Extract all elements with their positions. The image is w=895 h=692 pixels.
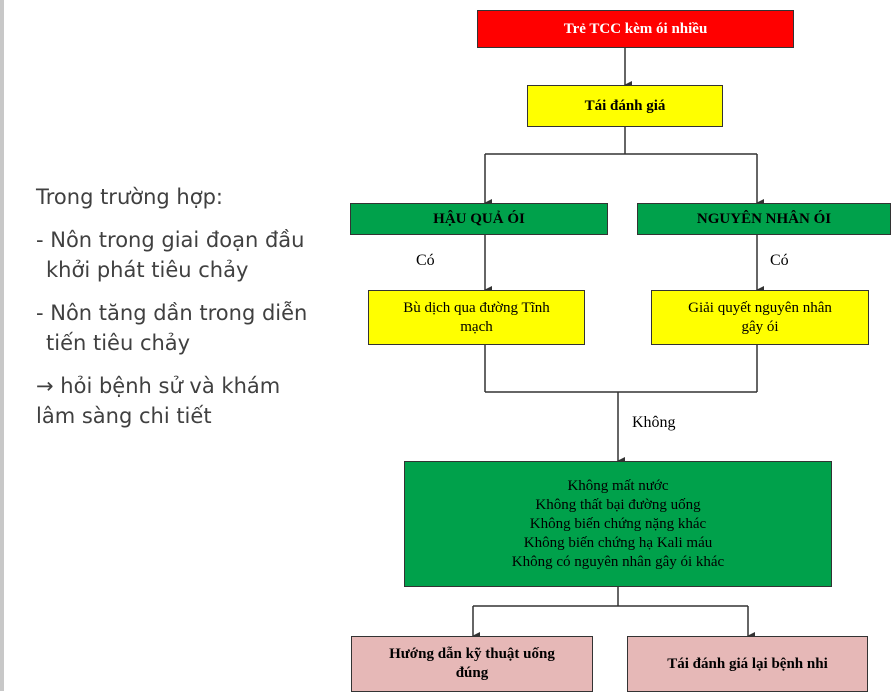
conditions-list: Không mất nước Không thất bại đường uống K… [512, 477, 724, 572]
box-resolve-cause-line2: gây ói [741, 318, 779, 335]
condition-item: Không có nguyên nhân gây ói khác [511, 553, 725, 570]
box-vomiting-consequence: HẬU QUẢ ÓI [350, 203, 608, 235]
box-resolve-cause-line1: Giải quyết nguyên nhân [688, 299, 832, 316]
condition-item: Không mất nước [567, 477, 669, 494]
box-vomiting-cause-label: NGUYÊN NHÂN ÓI [696, 210, 832, 227]
box-iv-fluids-line1: Bù dịch qua đường Tĩnh [403, 299, 550, 316]
box-no-conditions: Không mất nước Không thất bại đường uống K… [404, 461, 832, 587]
box-oral-guide-line2: đúng [455, 665, 489, 681]
box-resolve-cause: Giải quyết nguyên nhân gây ói [651, 290, 869, 345]
condition-item: Không thất bại đường uống [535, 496, 701, 513]
box-oral-guide: Hướng dẫn kỹ thuật uống đúng [351, 636, 593, 692]
box-iv-fluids: Bù dịch qua đường Tĩnh mạch [368, 290, 585, 345]
condition-item: Không biến chứng nặng khác [529, 515, 707, 532]
flowchart-connectors [472, 48, 764, 640]
box-oral-guide-line1: Hướng dẫn kỹ thuật uống [389, 646, 555, 662]
box-child-vomiting-label: Trẻ TCC kèm ói nhiều [563, 20, 708, 37]
box-reassess: Tái đánh giá [527, 85, 723, 127]
box-iv-fluids-line2: mạch [460, 318, 493, 335]
condition-item: Không biến chứng hạ Kali máu [523, 534, 713, 551]
label-no: Không [632, 414, 676, 431]
box-vomiting-cause: NGUYÊN NHÂN ÓI [637, 203, 891, 235]
label-yes-left: Có [416, 252, 435, 269]
box-reassess-child: Tái đánh giá lại bệnh nhi [627, 636, 868, 692]
box-vomiting-consequence-label: HẬU QUẢ ÓI [433, 210, 525, 227]
box-child-vomiting: Trẻ TCC kèm ói nhiều [477, 10, 794, 48]
box-reassess-child-label: Tái đánh giá lại bệnh nhi [667, 655, 828, 672]
box-reassess-label: Tái đánh giá [584, 97, 666, 114]
label-yes-right: Có [770, 252, 789, 269]
